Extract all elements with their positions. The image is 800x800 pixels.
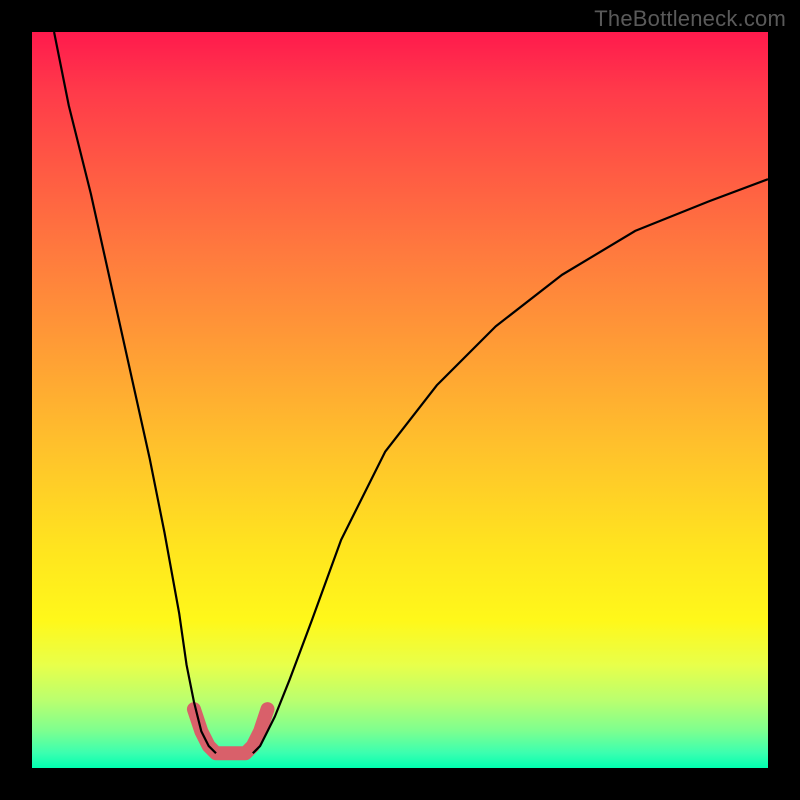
chart-frame: TheBottleneck.com xyxy=(0,0,800,800)
valley-series xyxy=(194,709,268,753)
right-branch-series xyxy=(253,179,768,753)
left-branch-series xyxy=(54,32,216,753)
watermark-text: TheBottleneck.com xyxy=(594,6,786,32)
plot-area xyxy=(32,32,768,768)
chart-svg xyxy=(32,32,768,768)
